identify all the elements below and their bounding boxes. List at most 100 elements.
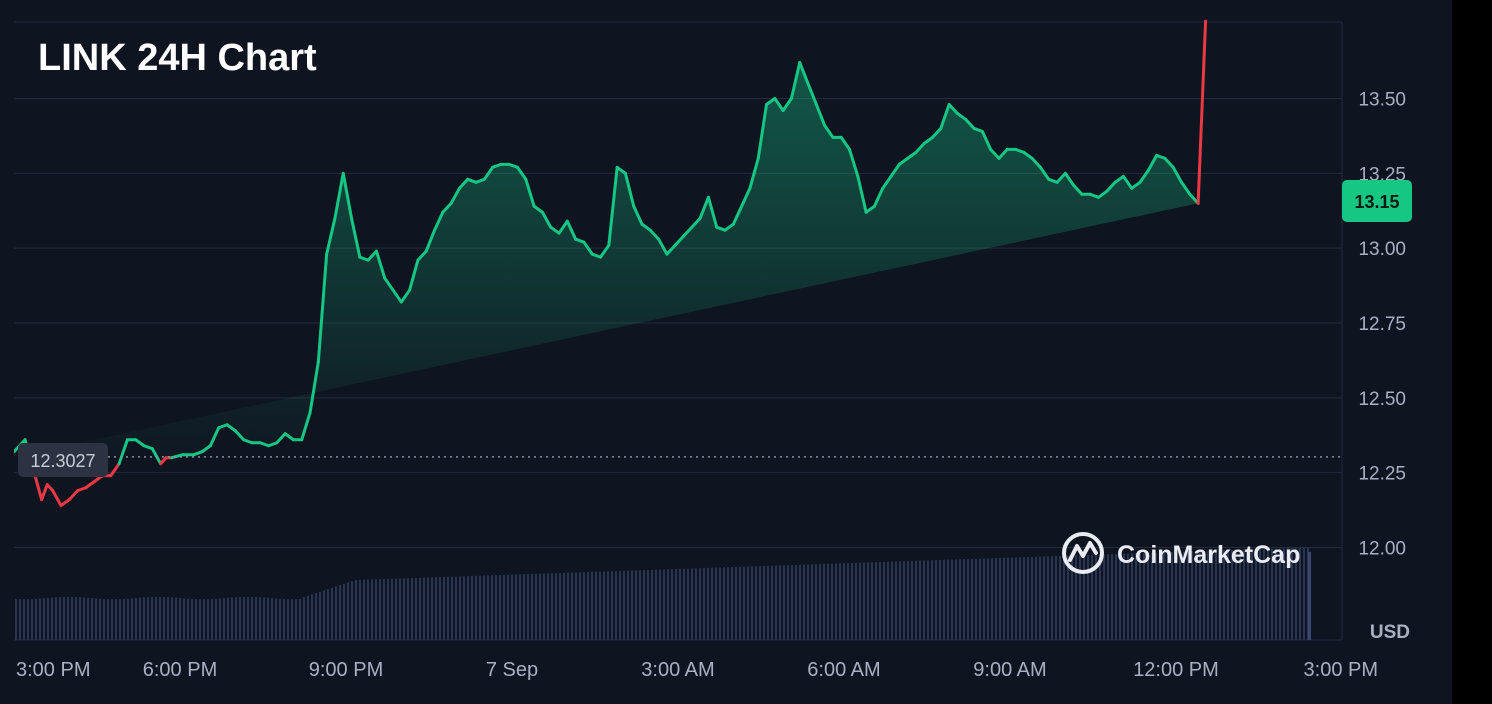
volume-bar [127,598,129,640]
volume-bar [523,574,525,640]
volume-bar [683,568,685,640]
volume-bar [887,561,889,640]
volume-bar [639,570,641,640]
volume-bar [567,572,569,640]
volume-bar [439,577,441,640]
volume-bar [211,598,213,640]
volume-bar [171,597,173,640]
volume-bar [735,566,737,640]
x-tick-label: 7 Sep [486,659,538,681]
volume-bar [771,565,773,640]
volume-bar [983,558,985,640]
volume-bar [1051,556,1053,640]
volume-bar [739,566,741,640]
volume-bar [987,558,989,640]
price-line-segment [59,498,71,508]
volume-bar [879,562,881,640]
volume-bar [923,560,925,640]
volume-bar [275,598,277,640]
volume-bar [207,599,209,640]
volume-bar [499,575,501,640]
volume-bar [443,576,445,640]
volume-bar [711,567,713,640]
volume-bar [803,564,805,640]
x-tick-label: 9:00 AM [973,659,1046,681]
y-tick-label: 12.50 [1358,389,1406,410]
volume-bar [379,579,381,640]
volume-bar [323,590,325,640]
volume-bar [455,576,457,640]
volume-bar [15,599,17,640]
volume-bar [87,597,89,640]
volume-bar [899,561,901,640]
volume-bar [407,578,409,640]
volume-bar [911,560,913,640]
volume-bar [855,562,857,640]
volume-bar [751,566,753,640]
volume-bar [847,563,849,640]
volume-bar [687,568,689,640]
volume-bar [727,567,729,640]
volume-bar [359,579,361,640]
volume-bar [319,591,321,640]
volume-bar [759,566,761,640]
volume-bar [747,566,749,640]
volume-bar [411,578,413,640]
volume-bar [1059,555,1061,640]
volume-bar [699,568,701,640]
volume-bar [287,599,289,640]
x-tick-label: 3:00 PM [1304,659,1378,681]
volume-bar [503,574,505,640]
y-tick-label: 12.75 [1358,314,1406,335]
volume-bar [327,589,329,640]
volume-bar [763,565,765,640]
volume-bar [927,560,929,640]
unit-label: USD [1370,622,1410,643]
volume-bar [791,565,793,640]
volume-bar [131,598,133,640]
reference-badge: 12.3027 [18,443,108,477]
volume-bar [1111,554,1113,640]
volume-bar [459,576,461,640]
volume-bar [719,567,721,640]
volume-bar [703,568,705,640]
volume-bar [107,599,109,640]
volume-bar [919,560,921,640]
volume-bar [1015,557,1017,640]
volume-bar [767,565,769,640]
volume-bar [1087,554,1089,640]
volume-bar [367,579,369,640]
volume-bar [375,579,377,640]
volume-bar [715,567,717,640]
volume-bar [447,576,449,640]
volume-bar [679,568,681,640]
volume-bar [587,572,589,640]
volume-bar [27,599,29,640]
volume-bar [1039,556,1041,640]
volume-bar [63,596,65,640]
volume-bar [283,598,285,640]
volume-bar [515,574,517,640]
volume-bar [663,569,665,640]
volume-bar-latest [1308,552,1311,640]
volume-bar [195,599,197,640]
volume-bar [1099,554,1101,640]
price-line-segment [51,489,63,508]
volume-bar [383,579,385,640]
price-line-segment [40,483,49,502]
volume-bar [423,577,425,640]
volume-bar [979,558,981,640]
volume-bar [83,597,85,640]
volume-bar [1047,556,1049,640]
volume-bar [915,560,917,640]
volume-bar [859,562,861,640]
volume-bar [491,575,493,640]
volume-bar [935,560,937,640]
volume-bar [579,572,581,640]
volume-bar [55,597,57,640]
volume-bar [903,561,905,640]
volume-bar [555,573,557,640]
volume-bar [175,597,177,640]
volume-bar [215,598,217,640]
volume-bar [551,573,553,640]
